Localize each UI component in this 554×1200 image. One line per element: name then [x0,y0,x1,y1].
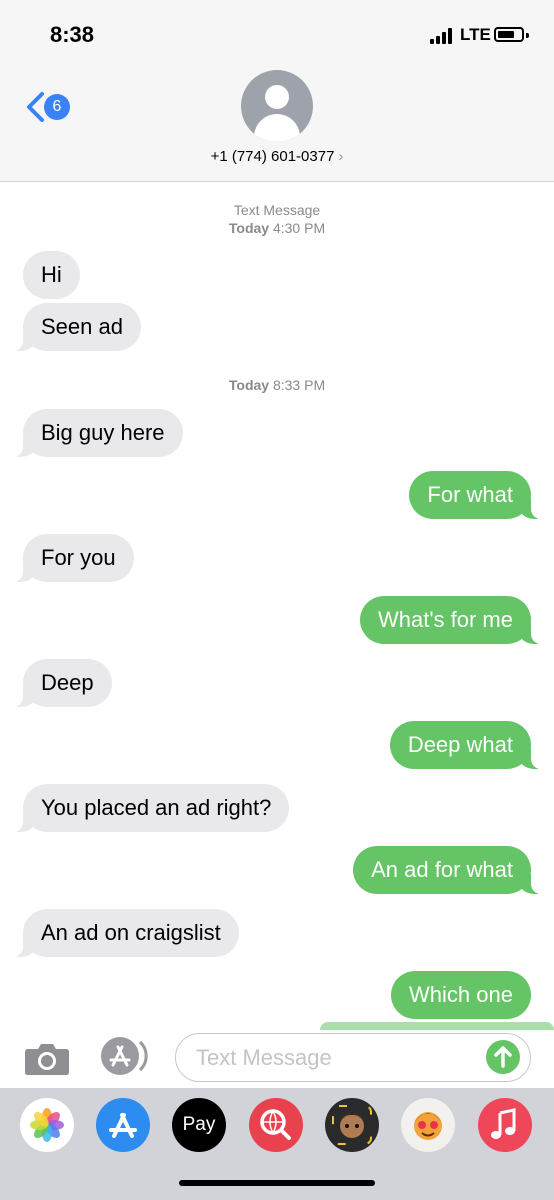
memoji-stickers-icon[interactable] [401,1098,455,1152]
network-type: LTE [460,25,491,44]
contact-avatar[interactable] [241,70,313,142]
message-bubble-sent[interactable]: Deep what [389,721,554,769]
message-bubble-received[interactable]: For you [0,534,134,582]
message-input[interactable] [194,1044,478,1072]
message-input-field[interactable] [175,1033,531,1082]
apple-pay-icon[interactable]: Pay [172,1098,226,1152]
home-indicator[interactable] [179,1180,375,1186]
message-bubble-received[interactable]: Hi [23,251,80,299]
battery-icon [494,27,529,42]
music-icon[interactable] [478,1098,532,1152]
partially-hidden-bubble [320,1022,554,1030]
status-time: 8:38 [50,22,95,47]
arrow-up-icon [494,1046,512,1068]
signal-icon [430,28,454,44]
camera-icon[interactable] [24,1040,70,1076]
timestamp-label: Text Message [233,202,321,218]
timestamp-value: Today 4:30 PM [228,220,326,236]
send-button[interactable] [486,1040,520,1074]
chevron-right-icon: › [338,148,344,165]
contact-name-button[interactable]: +1 (774) 601-0377 › [0,148,554,165]
contact-number: +1 (774) 601-0377 [210,148,335,165]
message-bubble-sent[interactable]: What's for me [359,596,554,644]
conversation-header: 6 +1 (774) 601-0377 › [0,60,554,182]
message-bubble-sent[interactable]: An ad for what [353,846,554,894]
timestamp: Text Message Today 4:30 PM [0,201,554,237]
photos-icon[interactable] [20,1098,74,1152]
pay-label: Pay [182,1114,216,1135]
web-search-icon[interactable] [249,1098,303,1152]
app-store-button-icon[interactable] [98,1036,148,1076]
status-bar: 8:38 LTE [0,0,554,60]
message-bubble-received[interactable]: You placed an ad right? [0,784,290,832]
message-bubble-received[interactable]: Seen ad [0,303,141,351]
timestamp-value: Today 8:33 PM [228,377,326,393]
message-bubble-received[interactable]: An ad on craigslist [0,909,239,957]
unread-count-badge[interactable]: 6 [44,94,70,120]
message-bubble-sent[interactable]: For what [409,471,554,519]
timestamp: Today 8:33 PM [0,376,554,394]
message-bubble-sent[interactable]: Which one [391,971,531,1019]
memoji-icon[interactable] [325,1098,379,1152]
message-bubble-received[interactable]: Deep [0,659,112,707]
app-store-icon[interactable] [96,1098,150,1152]
message-bubble-received[interactable]: Big guy here [0,409,183,457]
